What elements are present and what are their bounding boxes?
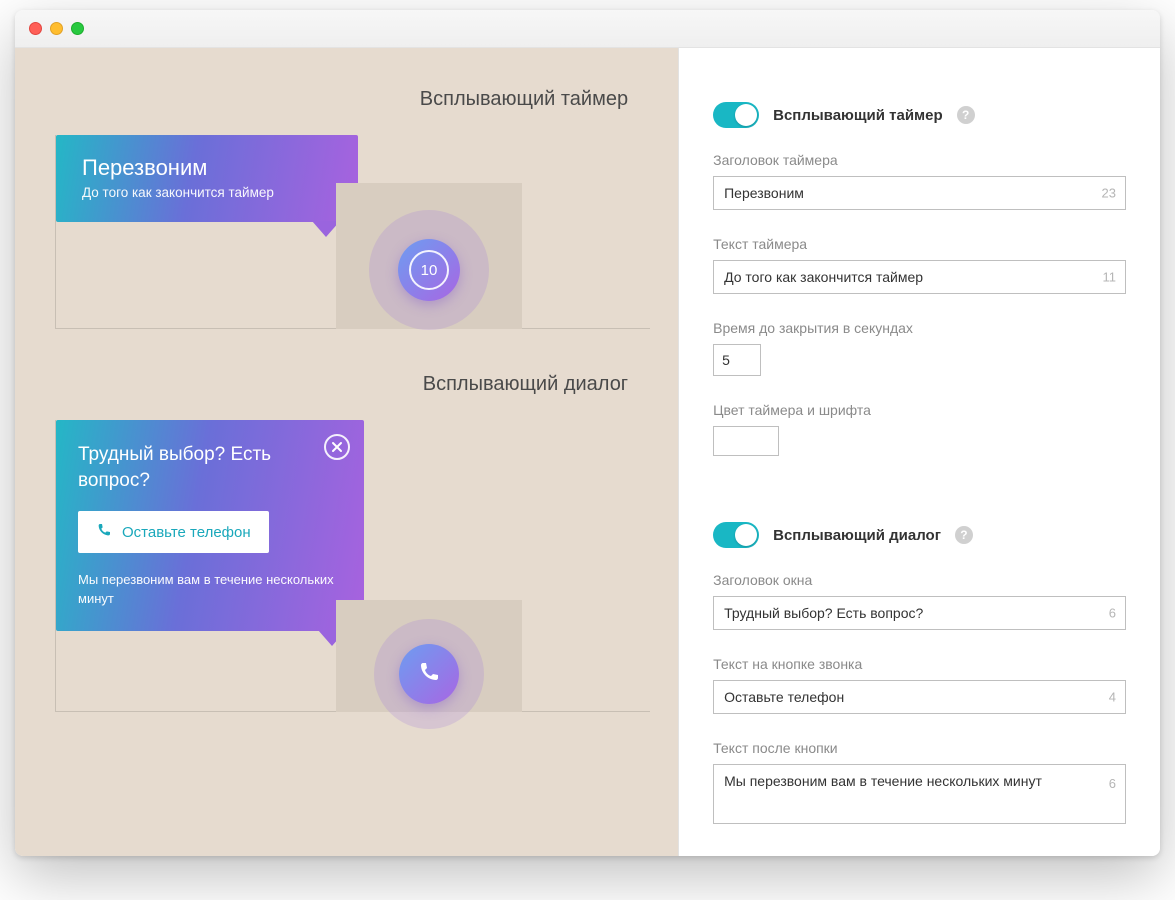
dialog-ripple: [374, 619, 484, 729]
window-controls: [29, 22, 84, 35]
help-icon[interactable]: ?: [957, 106, 975, 124]
timer-ripple: 10: [369, 210, 489, 330]
timer-host: 10: [336, 183, 522, 329]
dialog-button-input[interactable]: [713, 680, 1126, 714]
dialog-toggle-row: Всплывающий диалог ?: [713, 522, 1126, 548]
dialog-auto-label: Время до автоматического открытия диалог…: [713, 855, 1126, 856]
minimize-window-button[interactable]: [50, 22, 63, 35]
timer-toggle[interactable]: [713, 102, 759, 128]
char-count: 23: [1102, 186, 1116, 201]
timer-section-title: Всплывающий таймер: [55, 88, 628, 111]
char-count: 11: [1103, 270, 1117, 285]
timer-title-label: Заголовок таймера: [713, 152, 1126, 168]
dialog-preview: Трудный выбор? Есть вопрос? Оставьте тел…: [55, 420, 650, 712]
timer-color-input[interactable]: [713, 426, 779, 456]
dialog-section-title: Всплывающий диалог: [55, 373, 628, 396]
dialog-bubble: Трудный выбор? Есть вопрос? Оставьте тел…: [56, 420, 364, 631]
dialog-toggle-label: Всплывающий диалог: [773, 527, 941, 544]
timer-text-input[interactable]: [713, 260, 1126, 294]
dialog-after-label: Текст после кнопки: [713, 740, 1126, 756]
cta-label: Оставьте телефон: [122, 524, 251, 541]
timer-circle[interactable]: 10: [398, 239, 460, 301]
titlebar: [15, 10, 1160, 48]
close-icon[interactable]: [324, 434, 350, 460]
dialog-after-input[interactable]: [713, 764, 1126, 824]
settings-pane: Всплывающий таймер ? Заголовок таймера 2…: [679, 48, 1160, 856]
dialog-host: [336, 600, 522, 712]
timer-bubble-title: Перезвоним: [82, 155, 332, 181]
maximize-window-button[interactable]: [71, 22, 84, 35]
timer-color-label: Цвет таймера и шрифта: [713, 402, 1126, 418]
timer-seconds-label: Время до закрытия в секундах: [713, 320, 1126, 336]
timer-seconds-input[interactable]: [713, 344, 761, 376]
dialog-after-text: Мы перезвоним вам в течение нескольких м…: [78, 571, 342, 609]
leave-phone-button[interactable]: Оставьте телефон: [78, 511, 269, 553]
timer-preview: Перезвоним До того как закончится таймер…: [55, 135, 650, 329]
dialog-title-label: Заголовок окна: [713, 572, 1126, 588]
timer-countdown: 10: [409, 250, 449, 290]
phone-icon: [96, 522, 112, 542]
dialog-button-label: Текст на кнопке звонка: [713, 656, 1126, 672]
dialog-toggle[interactable]: [713, 522, 759, 548]
phone-icon: [417, 660, 441, 689]
timer-toggle-label: Всплывающий таймер: [773, 107, 943, 124]
timer-bubble: Перезвоним До того как закончится таймер: [56, 135, 358, 222]
timer-bubble-text: До того как закончится таймер: [82, 185, 332, 200]
close-window-button[interactable]: [29, 22, 42, 35]
preview-pane: Всплывающий таймер Перезвоним До того ка…: [15, 48, 679, 856]
call-button[interactable]: [399, 644, 459, 704]
app-window: Всплывающий таймер Перезвоним До того ка…: [15, 10, 1160, 856]
timer-title-input[interactable]: [713, 176, 1126, 210]
timer-text-label: Текст таймера: [713, 236, 1126, 252]
dialog-title-input[interactable]: [713, 596, 1126, 630]
char-count: 4: [1109, 690, 1116, 705]
timer-toggle-row: Всплывающий таймер ?: [713, 102, 1126, 128]
content: Всплывающий таймер Перезвоним До того ка…: [15, 48, 1160, 856]
char-count: 6: [1109, 606, 1116, 621]
char-count: 6: [1109, 776, 1116, 791]
help-icon[interactable]: ?: [955, 526, 973, 544]
dialog-bubble-title: Трудный выбор? Есть вопрос?: [78, 442, 342, 493]
